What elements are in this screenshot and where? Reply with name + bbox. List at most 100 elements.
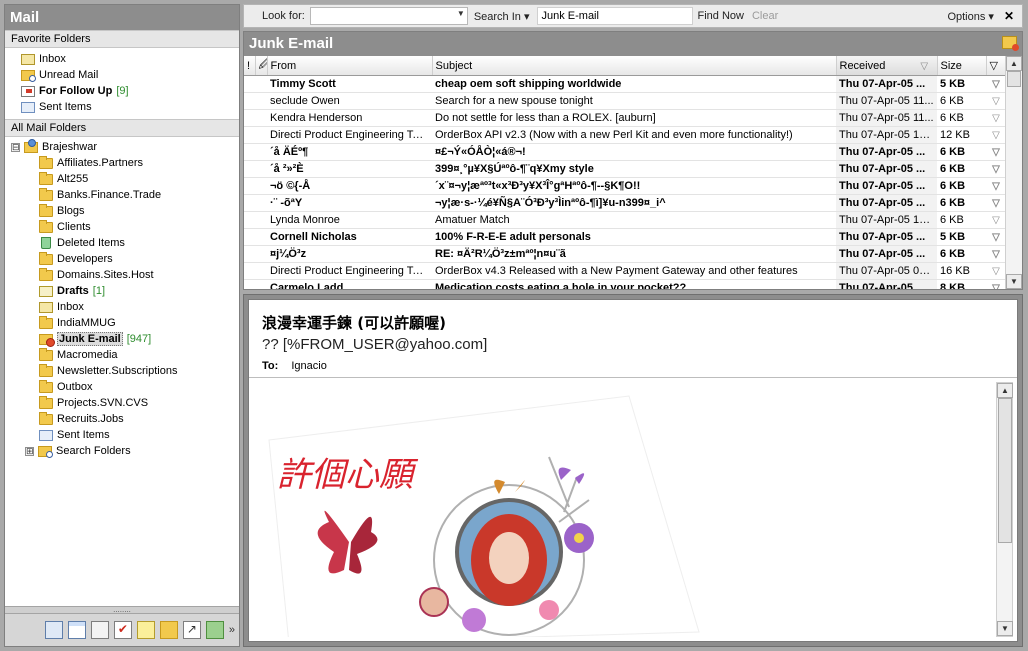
flag-status-icon[interactable]: ▽ bbox=[992, 164, 1000, 175]
flag-cell[interactable]: ▽ bbox=[986, 126, 1006, 144]
flag-cell[interactable]: ▽ bbox=[986, 279, 1006, 290]
folder-item[interactable]: Clients bbox=[5, 219, 239, 235]
from-column-header[interactable]: From bbox=[267, 56, 433, 76]
flag-cell[interactable]: ▽ bbox=[986, 245, 1006, 263]
message-row[interactable]: ¬ö ©{-Å ´x¨¤¬y¦æªº³t«x³Ð³y¥X³Î°gªHªºô-¶--… bbox=[244, 177, 1006, 195]
collapse-icon[interactable]: ⊟ bbox=[11, 142, 20, 152]
subject-column-header[interactable]: Subject bbox=[432, 56, 837, 76]
tasks-nav-icon[interactable] bbox=[113, 621, 132, 639]
favorite-for-follow-up[interactable]: For Follow Up [9] bbox=[21, 83, 239, 99]
size-column-header[interactable]: Size bbox=[937, 56, 987, 76]
clear-button[interactable]: Clear bbox=[752, 10, 778, 22]
flag-cell[interactable]: ▽ bbox=[986, 75, 1006, 93]
flag-cell[interactable]: ▽ bbox=[986, 92, 1006, 110]
find-now-button[interactable]: Find Now bbox=[697, 10, 743, 22]
mail-nav-icon[interactable] bbox=[44, 621, 63, 639]
folder-item[interactable]: Developers bbox=[5, 251, 239, 267]
message-row[interactable]: Directi Product Engineering Team OrderBox… bbox=[244, 126, 1006, 144]
message-row[interactable]: Directi Product Engineering Team OrderBox… bbox=[244, 262, 1006, 280]
options-button[interactable]: Options ▾ bbox=[947, 10, 994, 23]
notes-nav-icon[interactable] bbox=[136, 621, 155, 639]
to-value[interactable]: Ignacio bbox=[291, 360, 326, 372]
flag-status-icon[interactable]: ▽ bbox=[992, 181, 1000, 192]
configure-buttons-chevron-icon[interactable]: » bbox=[229, 624, 235, 636]
message-row[interactable]: Cornell Nicholas 100% F-R-E-E adult perso… bbox=[244, 228, 1006, 246]
pane-splitter[interactable]: ........ bbox=[5, 606, 239, 614]
mailbox-root[interactable]: ⊟ Brajeshwar bbox=[5, 138, 239, 155]
message-list-scrollbar[interactable]: ▲ ▼ bbox=[1005, 56, 1022, 289]
folder-item[interactable]: IndiaMMUG bbox=[5, 315, 239, 331]
folder-item[interactable]: Macromedia bbox=[5, 347, 239, 363]
flag-cell[interactable]: ▽ bbox=[986, 143, 1006, 161]
folder-item[interactable]: Recruits.Jobs bbox=[5, 411, 239, 427]
folder-item[interactable]: Projects.SVN.CVS bbox=[5, 395, 239, 411]
folder-item[interactable]: Drafts [1] bbox=[5, 283, 239, 299]
message-row[interactable]: ¤j¼Ö³z RE: ¤Ä²R¼Ö³z±mªº¦n¤u¨ã Thu 07-Apr-0… bbox=[244, 245, 1006, 263]
message-sender[interactable]: ?? [%FROM_USER@yahoo.com] bbox=[262, 336, 487, 353]
favorite-unread-mail[interactable]: Unread Mail bbox=[21, 67, 239, 83]
close-icon[interactable]: ✕ bbox=[1004, 9, 1014, 23]
search-in-button[interactable]: Search In ▾ bbox=[474, 10, 530, 23]
flag-column-header[interactable]: ▽ bbox=[986, 56, 1007, 76]
flag-cell[interactable]: ▽ bbox=[986, 211, 1006, 229]
flag-status-icon[interactable]: ▽ bbox=[992, 96, 1000, 107]
folder-item[interactable]: Domains.Sites.Host bbox=[5, 267, 239, 283]
contacts-nav-icon[interactable] bbox=[90, 621, 109, 639]
folder-item[interactable]: Newsletter.Subscriptions bbox=[5, 363, 239, 379]
flag-status-icon[interactable]: ▽ bbox=[992, 147, 1000, 158]
message-row[interactable]: ´å ²»²È 399¤¸°µ¥X§Úªºô-¶¨q¥Xmy style Thu 0… bbox=[244, 160, 1006, 178]
flag-status-icon[interactable]: ▽ bbox=[992, 198, 1000, 209]
reading-pane-scrollbar[interactable]: ▲ ▼ bbox=[996, 382, 1013, 637]
flag-cell[interactable]: ▽ bbox=[986, 194, 1006, 212]
flag-cell[interactable]: ▽ bbox=[986, 109, 1006, 127]
folder-item[interactable]: Affiliates.Partners bbox=[5, 155, 239, 171]
scroll-down-arrow-icon[interactable]: ▼ bbox=[1006, 274, 1022, 289]
message-row[interactable]: Kendra Henderson Do not settle for less t… bbox=[244, 109, 1006, 127]
folder-item[interactable]: Blogs bbox=[5, 203, 239, 219]
flag-status-icon[interactable]: ▽ bbox=[992, 232, 1000, 243]
all-mail-folders-header[interactable]: All Mail Folders bbox=[5, 119, 239, 137]
flag-status-icon[interactable]: ▽ bbox=[992, 249, 1000, 260]
flag-status-icon[interactable]: ▽ bbox=[992, 79, 1000, 90]
folder-item[interactable]: Alt255 bbox=[5, 171, 239, 187]
flag-cell[interactable]: ▽ bbox=[986, 177, 1006, 195]
message-row[interactable]: ´å ÄÉº¶ ¤£¬Ý«ÓÅÒ¦«á®¬! Thu 07-Apr-05 ... 6 … bbox=[244, 143, 1006, 161]
flag-status-icon[interactable]: ▽ bbox=[992, 266, 1000, 277]
scroll-down-arrow-icon[interactable]: ▼ bbox=[997, 621, 1013, 636]
favorite-inbox[interactable]: Inbox bbox=[21, 51, 239, 67]
flag-cell[interactable]: ▽ bbox=[986, 228, 1006, 246]
folder-item[interactable]: Deleted Items bbox=[5, 235, 239, 251]
message-row[interactable]: Timmy Scott cheap oem soft shipping world… bbox=[244, 75, 1006, 93]
search-folders-item[interactable]: ⊞ Search Folders bbox=[5, 443, 239, 459]
scroll-thumb[interactable] bbox=[998, 398, 1012, 543]
flag-status-icon[interactable]: ▽ bbox=[992, 113, 1000, 124]
attachment-column-header[interactable]: 🖉 bbox=[255, 56, 268, 76]
look-for-input[interactable]: ▼ bbox=[309, 7, 468, 25]
favorite-folders-header[interactable]: Favorite Folders bbox=[5, 30, 239, 48]
chevron-down-icon[interactable]: ▼ bbox=[457, 9, 465, 18]
importance-column-header[interactable]: ! bbox=[244, 56, 256, 76]
folder-item[interactable]: Inbox bbox=[5, 299, 239, 315]
flag-status-icon[interactable]: ▽ bbox=[992, 215, 1000, 226]
favorite-sent-items[interactable]: Sent Items bbox=[21, 99, 239, 115]
scroll-up-arrow-icon[interactable]: ▲ bbox=[997, 383, 1013, 398]
message-row[interactable]: Carmelo Ladd Medication costs eating a ho… bbox=[244, 279, 1006, 290]
message-row[interactable]: ·¨ -õªY ¬y¦æ·s-·¼é¥Ñ§A¨Ó³Ð³y³Ìinªºô-¶ì]¥u… bbox=[244, 194, 1006, 212]
shortcuts-nav-icon[interactable] bbox=[182, 621, 201, 639]
message-row[interactable]: seclude Owen Search for a new spouse toni… bbox=[244, 92, 1006, 110]
flag-status-icon[interactable]: ▽ bbox=[992, 130, 1000, 141]
journal-nav-icon[interactable] bbox=[205, 621, 224, 639]
folder-list-nav-icon[interactable] bbox=[159, 621, 178, 639]
folder-item[interactable]: Outbox bbox=[5, 379, 239, 395]
folder-item[interactable]: Junk E-mail [947] bbox=[5, 331, 239, 347]
scroll-thumb[interactable] bbox=[1007, 71, 1021, 87]
folder-item[interactable]: Banks.Finance.Trade bbox=[5, 187, 239, 203]
folder-item[interactable]: Sent Items bbox=[5, 427, 239, 443]
flag-cell[interactable]: ▽ bbox=[986, 262, 1006, 280]
calendar-nav-icon[interactable] bbox=[67, 621, 86, 639]
flag-status-icon[interactable]: ▽ bbox=[992, 283, 1000, 290]
expand-icon[interactable]: ⊞ bbox=[25, 446, 34, 456]
flag-cell[interactable]: ▽ bbox=[986, 160, 1006, 178]
scroll-up-arrow-icon[interactable]: ▲ bbox=[1006, 56, 1022, 71]
received-column-header[interactable]: Received ▽ bbox=[836, 56, 938, 76]
